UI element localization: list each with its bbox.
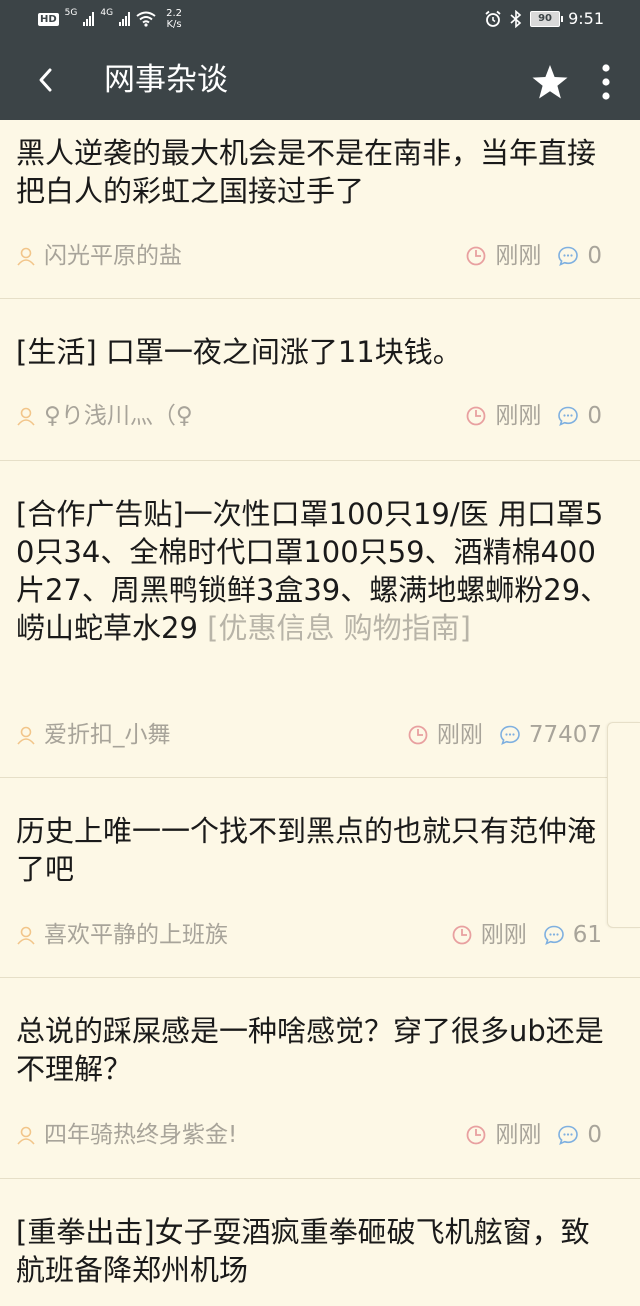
reply-count: 0	[587, 243, 602, 269]
post-meta: 喜欢平静的上班族 刚刚 61	[0, 919, 640, 951]
post-title: [合作广告贴]一次性口罩100只19/医 用口罩50只34、全棉时代口罩100只…	[16, 495, 616, 647]
post-meta: ♀り浅川灬（♀ 刚刚 0	[0, 400, 640, 432]
post-item[interactable]: 黑人逆袭的最大机会是不是在南非，当年直接把白人的彩虹之国接过手了 闪光平原的盐 …	[0, 120, 640, 299]
toolbar: 网事杂谈	[0, 40, 640, 120]
more-vertical-icon	[602, 64, 610, 100]
hd-badge: HD	[38, 12, 59, 26]
post-stats: 刚刚 61	[451, 919, 602, 951]
user-icon	[16, 1125, 36, 1145]
status-right: 90 9:51	[484, 9, 604, 28]
network-speed: 2.2 K/s	[166, 8, 182, 30]
post-item[interactable]: [重拳出击]女子耍酒疯重拳砸破飞机舷窗，致航班备降郑州机场	[0, 1179, 640, 1306]
speed-value: 2.2	[166, 8, 182, 19]
post-title: [生活] 口罩一夜之间涨了11块钱。	[16, 333, 616, 371]
comment-icon	[557, 405, 579, 427]
scroll-handle[interactable]	[607, 722, 640, 928]
post-stats: 刚刚 0	[465, 1119, 602, 1151]
user-icon	[16, 406, 36, 426]
post-item[interactable]: 历史上唯一一个找不到黑点的也就只有范仲淹了吧 喜欢平静的上班族 刚刚 61	[0, 778, 640, 978]
status-left: HD 5G 4G 2.2 K/s	[38, 8, 182, 30]
post-item[interactable]: [生活] 口罩一夜之间涨了11块钱。 ♀り浅川灬（♀ 刚刚 0	[0, 299, 640, 461]
user-icon	[16, 725, 36, 745]
post-title-text: 历史上唯一一个找不到黑点的也就只有范仲淹了吧	[16, 814, 597, 886]
post-meta: 爱折扣_小舞 刚刚 77407	[0, 719, 640, 751]
reply-count: 77407	[528, 722, 602, 748]
post-item[interactable]: [合作广告贴]一次性口罩100只19/医 用口罩50只34、全棉时代口罩100只…	[0, 461, 640, 778]
clock-icon	[407, 724, 429, 746]
post-author: 爱折扣_小舞	[16, 719, 171, 751]
post-stats: 刚刚 0	[465, 240, 602, 272]
more-options-button[interactable]	[588, 60, 624, 104]
post-title-text: [重拳出击]女子耍酒疯重拳砸破飞机舷窗，致航班备降郑州机场	[16, 1215, 590, 1287]
comment-icon	[543, 924, 565, 946]
back-button[interactable]	[22, 58, 70, 102]
post-author: 闪光平原的盐	[16, 240, 182, 272]
post-title-text: [生活] 口罩一夜之间涨了11块钱。	[16, 335, 462, 369]
post-title-text: 黑人逆袭的最大机会是不是在南非，当年直接把白人的彩虹之国接过手了	[16, 136, 597, 208]
author-name: 闪光平原的盐	[44, 243, 182, 269]
post-meta: 四年骑热终身紫金! 刚刚 0	[0, 1119, 640, 1151]
battery-icon: 90	[530, 10, 564, 27]
wifi-icon	[136, 11, 156, 27]
comment-icon	[557, 1124, 579, 1146]
post-author: ♀り浅川灬（♀	[16, 400, 193, 432]
speed-unit: K/s	[166, 19, 182, 30]
page-title: 网事杂谈	[104, 62, 228, 98]
clock-icon	[465, 405, 487, 427]
clock-icon	[465, 1124, 487, 1146]
post-title: 黑人逆袭的最大机会是不是在南非，当年直接把白人的彩虹之国接过手了	[16, 134, 616, 210]
post-time: 刚刚	[480, 922, 527, 948]
post-time: 刚刚	[436, 722, 483, 748]
star-icon	[531, 64, 569, 100]
post-title: 总说的踩屎感是一种啥感觉？穿了很多ub还是不理解？	[16, 1012, 616, 1088]
status-bar: HD 5G 4G 2.2 K/s 90 9:51	[0, 0, 640, 40]
reply-count: 0	[587, 403, 602, 429]
reply-count: 61	[572, 922, 602, 948]
bluetooth-icon	[510, 9, 522, 28]
author-name: ♀り浅川灬（♀	[44, 403, 193, 429]
post-stats: 刚刚 0	[465, 400, 602, 432]
author-name: 喜欢平静的上班族	[44, 922, 228, 948]
app-header: HD 5G 4G 2.2 K/s 90 9:51 网事杂谈	[0, 0, 640, 120]
post-title-text: 总说的踩屎感是一种啥感觉？穿了很多ub还是不理解？	[16, 1014, 604, 1086]
author-name: 四年骑热终身紫金!	[44, 1122, 238, 1148]
clock-icon	[451, 924, 473, 946]
post-time: 刚刚	[495, 403, 542, 429]
reply-count: 0	[587, 1122, 602, 1148]
favorite-button[interactable]	[528, 60, 572, 104]
network-type-2: 4G	[100, 8, 114, 18]
signal-bars-icon	[83, 12, 95, 26]
author-name: 爱折扣_小舞	[44, 722, 171, 748]
network-type-1: 5G	[64, 8, 78, 18]
post-author: 四年骑热终身紫金!	[16, 1119, 237, 1151]
user-icon	[16, 925, 36, 945]
comment-icon	[557, 245, 579, 267]
comment-icon	[499, 724, 521, 746]
post-title: 历史上唯一一个找不到黑点的也就只有范仲淹了吧	[16, 812, 616, 888]
user-icon	[16, 246, 36, 266]
chevron-left-icon	[38, 67, 54, 93]
post-author: 喜欢平静的上班族	[16, 919, 228, 951]
post-time: 刚刚	[495, 1122, 542, 1148]
clock-icon	[465, 245, 487, 267]
post-meta: 闪光平原的盐 刚刚 0	[0, 240, 640, 272]
post-time: 刚刚	[495, 243, 542, 269]
alarm-icon	[484, 10, 502, 28]
signal-bars-icon-2	[119, 12, 131, 26]
post-tag: [优惠信息 购物指南]	[207, 611, 471, 645]
clock-time: 9:51	[568, 9, 604, 28]
post-stats: 刚刚 77407	[407, 719, 602, 751]
post-item[interactable]: 总说的踩屎感是一种啥感觉？穿了很多ub还是不理解？ 四年骑热终身紫金! 刚刚 0	[0, 978, 640, 1179]
post-title: [重拳出击]女子耍酒疯重拳砸破飞机舷窗，致航班备降郑州机场	[16, 1213, 616, 1289]
